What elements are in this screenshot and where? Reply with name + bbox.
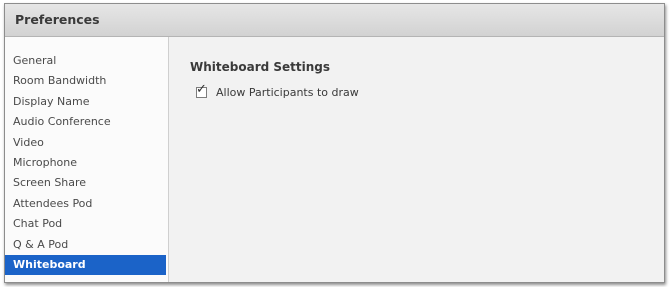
sidebar-item-general[interactable]: General (5, 51, 166, 71)
sidebar-item-qa-pod[interactable]: Q & A Pod (5, 235, 166, 255)
sidebar-item-screen-share[interactable]: Screen Share (5, 173, 166, 193)
allow-participants-draw-label[interactable]: Allow Participants to draw (216, 86, 359, 99)
allow-participants-draw-option[interactable]: ✓ Allow Participants to draw (196, 83, 359, 99)
dialog-title: Preferences (15, 12, 100, 27)
preferences-sidebar: General Room Bandwidth Display Name Audi… (5, 37, 169, 282)
allow-participants-draw-checkbox[interactable]: ✓ (196, 83, 207, 98)
checkmark-icon: ✓ (196, 82, 207, 97)
section-title: Whiteboard Settings (190, 60, 331, 74)
sidebar-item-whiteboard[interactable]: Whiteboard (5, 254, 166, 276)
dialog-titlebar[interactable]: Preferences (5, 4, 664, 37)
sidebar-item-display-name[interactable]: Display Name (5, 92, 166, 112)
preferences-nav-list: General Room Bandwidth Display Name Audi… (5, 51, 166, 276)
sidebar-item-room-bandwidth[interactable]: Room Bandwidth (5, 71, 166, 91)
sidebar-item-video[interactable]: Video (5, 133, 166, 153)
sidebar-item-attendees-pod[interactable]: Attendees Pod (5, 194, 166, 214)
preferences-dialog: Preferences General Room Bandwidth Displ… (4, 3, 665, 283)
sidebar-item-chat-pod[interactable]: Chat Pod (5, 214, 166, 234)
settings-panel: Whiteboard Settings ✓ Allow Participants… (170, 37, 664, 282)
sidebar-item-microphone[interactable]: Microphone (5, 153, 166, 173)
sidebar-item-audio-conference[interactable]: Audio Conference (5, 112, 166, 132)
